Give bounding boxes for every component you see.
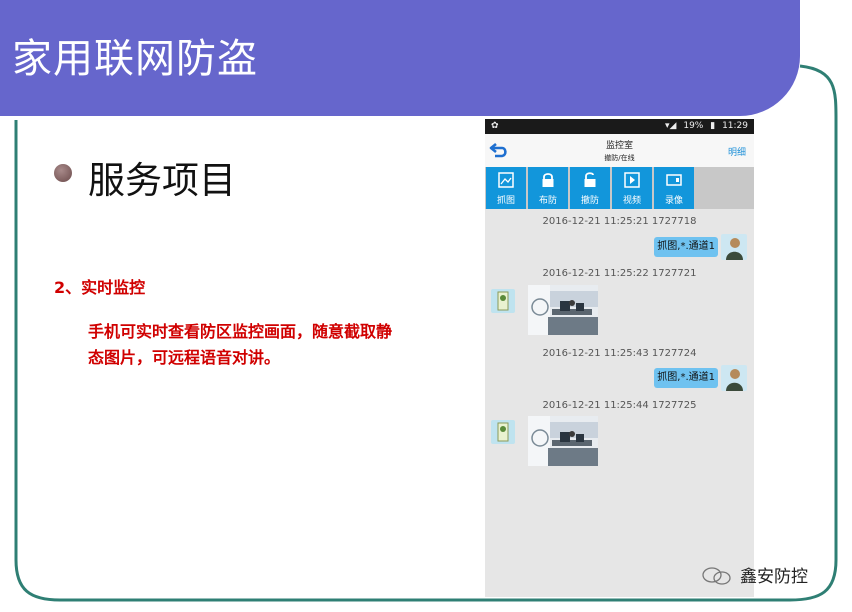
surveillance-image	[528, 416, 598, 466]
record-button[interactable]: 录像	[654, 167, 694, 209]
section-body: 手机可实时查看防区监控画面，随意截取静态图片，可远程语音对讲。	[88, 322, 393, 367]
video-label: 视频	[622, 196, 641, 206]
video-record-icon	[666, 174, 682, 186]
time-text: 11:29	[722, 121, 748, 131]
nav-bar: 监控室 撤防/在线 明细	[485, 134, 754, 167]
section-heading: 2、实时监控	[54, 278, 146, 297]
chat-list: 2016-12-21 11:25:21 1727718 抓图,*.通道1 201…	[485, 209, 754, 597]
video-button[interactable]: 视频	[612, 167, 652, 209]
device-icon	[497, 291, 509, 311]
unlock-icon	[584, 172, 596, 187]
surveillance-image	[528, 285, 598, 335]
slide-title: 家用联网防盗	[12, 36, 258, 82]
capture-label: 抓图	[496, 196, 515, 206]
arm-button[interactable]: 布防	[528, 167, 568, 209]
wechat-icon	[702, 567, 731, 585]
disarm-label: 撤防	[580, 196, 599, 206]
status-bar: ✿ ▾◢ 19% ▮ 11:29	[485, 119, 754, 134]
person-icon	[726, 369, 743, 391]
message-timestamp: 2016-12-21 11:25:22 1727721	[542, 268, 697, 279]
phone-screenshot: ✿ ▾◢ 19% ▮ 11:29 监控室 撤防/在线 明细 抓图 布防 撤防 视…	[485, 119, 754, 597]
user-avatar	[721, 365, 747, 391]
message-bubble: 抓图,*.通道1	[654, 237, 718, 257]
message-bubble: 抓图,*.通道1	[654, 368, 718, 388]
watermark-text: 鑫安防控	[740, 567, 808, 587]
toolbar: 抓图 布防 撤防 视频 录像	[485, 167, 754, 209]
record-label: 录像	[664, 196, 683, 206]
disarm-button[interactable]: 撤防	[570, 167, 610, 209]
nav-subtitle: 撤防/在线	[604, 154, 635, 162]
camera-snapshot[interactable]	[528, 416, 598, 466]
camera-capture-icon	[498, 172, 514, 188]
device-avatar	[491, 289, 515, 313]
battery-text: 19%	[683, 121, 704, 131]
lock-icon	[542, 173, 554, 187]
signal-icon: ▾◢	[665, 121, 677, 131]
camera-snapshot[interactable]	[528, 285, 598, 335]
message-timestamp: 2016-12-21 11:25:44 1727725	[542, 400, 697, 411]
title-bar: 家用联网防盗	[0, 0, 800, 116]
detail-link[interactable]: 明细	[728, 145, 746, 158]
play-icon	[624, 172, 640, 188]
arm-label: 布防	[538, 196, 557, 206]
capture-button[interactable]: 抓图	[486, 167, 526, 209]
person-icon	[726, 238, 743, 260]
app-status-icon: ✿	[491, 121, 499, 131]
user-avatar	[721, 234, 747, 260]
bullet-icon	[54, 164, 72, 182]
device-avatar	[491, 420, 515, 444]
battery-icon: ▮	[710, 121, 716, 131]
nav-title: 监控室	[605, 141, 633, 151]
bullet-text: 服务项目	[88, 159, 236, 202]
device-icon	[497, 422, 509, 442]
message-timestamp: 2016-12-21 11:25:43 1727724	[542, 348, 697, 359]
message-timestamp: 2016-12-21 11:25:21 1727718	[542, 216, 697, 227]
